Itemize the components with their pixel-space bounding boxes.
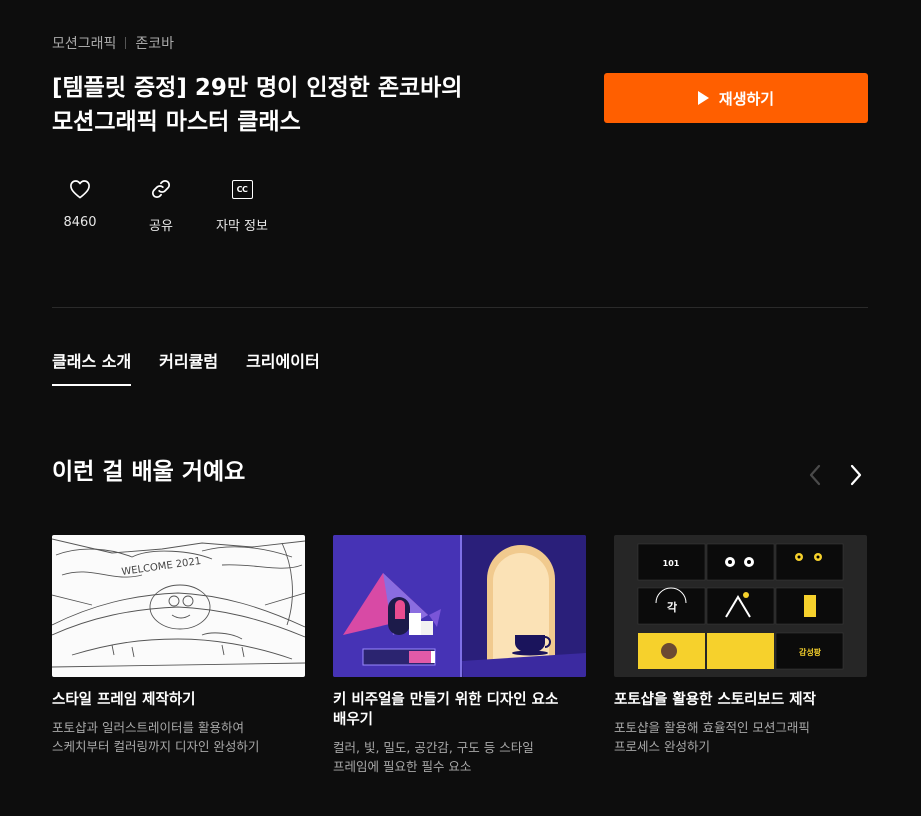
chevron-left-icon bbox=[809, 464, 821, 486]
link-icon bbox=[150, 176, 172, 202]
thumbnail-text-gamsung: 감성팡 bbox=[799, 647, 822, 657]
play-button-label: 재생하기 bbox=[718, 89, 775, 108]
thumbnail-text-gak: 각 bbox=[667, 600, 677, 614]
carousel-next-button[interactable] bbox=[844, 463, 868, 487]
lesson-card-description: 컬러, 빛, 밀도, 공간감, 구도 등 스타일 프레임에 필요한 필수 요소 bbox=[333, 740, 534, 774]
cc-icon: CC bbox=[231, 176, 253, 202]
lesson-card-title: 키 비주얼을 만들기 위한 디자인 요소 배우기 bbox=[333, 692, 559, 728]
page-title-line-1: [템플릿 증정] 29만 명이 인정한 존코바의 bbox=[52, 75, 463, 101]
lesson-card[interactable]: 101 각 감성팡 포토샵을 활용한 스토리보드 제작 포토샵을 활용해 효율적… bbox=[614, 535, 867, 756]
tab-creator[interactable]: 크리에이터 bbox=[246, 348, 320, 386]
breadcrumb-category[interactable]: 모션그래픽 bbox=[52, 33, 116, 53]
share-button[interactable]: 공유 bbox=[133, 176, 189, 234]
lesson-card-title: 스타일 프레임 제작하기 bbox=[52, 692, 196, 708]
lesson-card[interactable]: WELCOME 2021 스타일 프레임 제작하기 포토샵과 일러스트레이터를 … bbox=[52, 535, 305, 756]
lesson-thumbnail-sketch[interactable]: WELCOME 2021 bbox=[52, 535, 305, 677]
breadcrumb-creator[interactable]: 존코바 bbox=[135, 33, 174, 53]
chevron-right-icon bbox=[850, 464, 862, 486]
carousel-prev-button[interactable] bbox=[803, 463, 827, 487]
thumbnail-text-101: 101 bbox=[663, 559, 680, 568]
lesson-thumbnail-storyboard[interactable]: 101 각 감성팡 bbox=[614, 535, 867, 677]
lesson-thumbnail-keyvisual[interactable] bbox=[333, 535, 586, 677]
lesson-card-description: 포토샵을 활용해 효율적인 모션그래픽 프로세스 완성하기 bbox=[614, 720, 810, 754]
share-label: 공유 bbox=[149, 219, 173, 234]
play-icon bbox=[697, 91, 709, 105]
play-button[interactable]: 재생하기 bbox=[604, 73, 868, 123]
page-title-line-2: 모션그래픽 마스터 클래스 bbox=[52, 109, 301, 135]
subtitle-info-label: 자막 정보 bbox=[216, 219, 268, 234]
like-count: 8460 bbox=[63, 215, 97, 230]
lesson-card-title: 포토샵을 활용한 스토리보드 제작 bbox=[614, 692, 816, 708]
action-row: 8460 공유 CC 자막 정보 bbox=[52, 176, 277, 234]
breadcrumb-separator bbox=[125, 37, 127, 49]
section-title: 이런 걸 배울 거예요 bbox=[52, 459, 246, 485]
lesson-card[interactable]: 키 비주얼을 만들기 위한 디자인 요소 배우기 컬러, 빛, 밀도, 공간감,… bbox=[333, 535, 586, 776]
cc-badge: CC bbox=[231, 179, 253, 199]
page-title: [템플릿 증정] 29만 명이 인정한 존코바의 모션그래픽 마스터 클래스 bbox=[52, 71, 522, 139]
like-button[interactable]: 8460 bbox=[52, 176, 108, 234]
breadcrumb: 모션그래픽 존코바 bbox=[52, 33, 174, 53]
subtitle-info-button[interactable]: CC 자막 정보 bbox=[207, 176, 277, 234]
lesson-card-description: 포토샵과 일러스트레이터를 활용하여 스케치부터 컬러링까지 디자인 완성하기 bbox=[52, 720, 260, 754]
section-divider bbox=[52, 307, 868, 308]
tab-curriculum[interactable]: 커리큘럼 bbox=[159, 348, 218, 386]
heart-icon bbox=[69, 176, 91, 202]
tab-class-intro[interactable]: 클래스 소개 bbox=[52, 348, 132, 386]
tab-bar: 클래스 소개 커리큘럼 크리에이터 bbox=[52, 348, 320, 386]
